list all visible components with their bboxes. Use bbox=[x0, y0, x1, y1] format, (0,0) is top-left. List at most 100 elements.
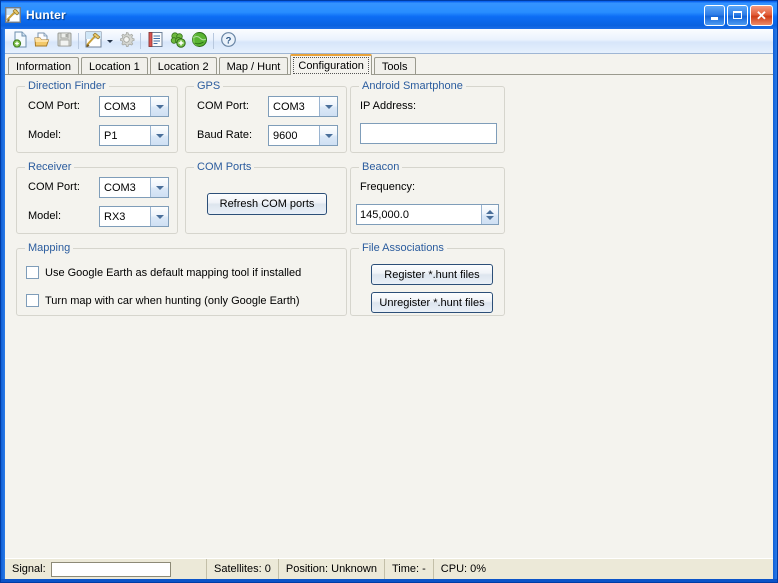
add-marker-button[interactable] bbox=[166, 31, 188, 52]
rx-model-combo[interactable]: RX3 bbox=[99, 206, 169, 227]
map-tool-dropdown-button[interactable] bbox=[104, 31, 115, 52]
gps-baud-rate-combo[interactable]: 9600 bbox=[268, 125, 338, 146]
signal-label: Signal: bbox=[12, 563, 46, 575]
help-button[interactable]: ? bbox=[217, 31, 239, 52]
group-title: Beacon bbox=[359, 161, 402, 173]
tab-label: Location 2 bbox=[158, 61, 209, 73]
android-ip-input[interactable] bbox=[360, 123, 497, 144]
chevron-down-icon[interactable] bbox=[150, 97, 168, 116]
svg-text:?: ? bbox=[225, 35, 231, 46]
group-title: Android Smartphone bbox=[359, 80, 466, 92]
chevron-down-icon[interactable] bbox=[150, 207, 168, 226]
signal-progress-bar bbox=[51, 562, 171, 577]
toolbar: ? bbox=[5, 29, 773, 54]
chevron-down-icon[interactable] bbox=[319, 97, 337, 116]
spinner-down-icon[interactable] bbox=[486, 216, 494, 220]
checkbox-use-google-earth[interactable]: Use Google Earth as default mapping tool… bbox=[26, 266, 301, 279]
save-file-button[interactable] bbox=[53, 31, 75, 52]
group-receiver: Receiver COM Port: COM3 Model: RX3 bbox=[16, 167, 178, 234]
rx-com-port-combo[interactable]: COM3 bbox=[99, 177, 169, 198]
gps-baud-rate-value: 9600 bbox=[269, 130, 319, 142]
tab-label: Information bbox=[16, 61, 71, 73]
add-marker-icon bbox=[169, 31, 186, 51]
client-area: ? Information Location 1 Location 2 Map … bbox=[5, 29, 773, 558]
gps-com-port-combo[interactable]: COM3 bbox=[268, 96, 338, 117]
new-file-icon bbox=[12, 31, 29, 51]
chevron-down-icon[interactable] bbox=[150, 126, 168, 145]
open-file-button[interactable] bbox=[31, 31, 53, 52]
df-com-port-value: COM3 bbox=[100, 101, 150, 113]
unregister-hunt-files-button[interactable]: Unregister *.hunt files bbox=[371, 292, 493, 313]
title-bar: Hunter ✕ bbox=[1, 1, 777, 29]
settings-gear-icon bbox=[118, 31, 135, 51]
tab-location-1[interactable]: Location 1 bbox=[81, 57, 148, 75]
checkbox-turn-map-with-car[interactable]: Turn map with car when hunting (only Goo… bbox=[26, 294, 300, 307]
configuration-page: Direction Finder COM Port: COM3 Model: P… bbox=[5, 75, 773, 558]
group-gps: GPS COM Port: COM3 Baud Rate: 9600 bbox=[185, 86, 347, 153]
tab-map-hunt[interactable]: Map / Hunt bbox=[219, 57, 289, 75]
tab-focus-rect bbox=[293, 57, 368, 74]
close-button[interactable]: ✕ bbox=[750, 5, 773, 26]
minimize-icon bbox=[711, 17, 718, 20]
rx-com-port-label: COM Port: bbox=[28, 181, 80, 193]
save-file-icon bbox=[56, 31, 73, 51]
checkbox-box[interactable] bbox=[26, 294, 39, 307]
status-satellites-cell: Satellites: 0 bbox=[207, 559, 279, 579]
maximize-button[interactable] bbox=[727, 5, 748, 26]
group-title: Mapping bbox=[25, 242, 73, 254]
globe-icon bbox=[191, 31, 208, 51]
notes-icon bbox=[147, 31, 164, 51]
register-hunt-files-button[interactable]: Register *.hunt files bbox=[371, 264, 493, 285]
window-right-border bbox=[773, 29, 777, 582]
tab-label: Location 1 bbox=[89, 61, 140, 73]
df-model-value: P1 bbox=[100, 130, 150, 142]
tab-tools[interactable]: Tools bbox=[374, 57, 416, 75]
group-android-smartphone: Android Smartphone IP Address: bbox=[350, 86, 505, 153]
tab-location-2[interactable]: Location 2 bbox=[150, 57, 217, 75]
spinner-up-icon[interactable] bbox=[486, 210, 494, 214]
tab-label: Map / Hunt bbox=[227, 61, 281, 73]
rx-com-port-value: COM3 bbox=[100, 182, 150, 194]
map-tool-button[interactable] bbox=[82, 31, 104, 52]
application-window: Hunter ✕ bbox=[0, 0, 778, 583]
minimize-button[interactable] bbox=[704, 5, 725, 26]
beacon-frequency-value: 145,000.0 bbox=[357, 209, 481, 221]
rx-model-value: RX3 bbox=[100, 211, 150, 223]
df-model-combo[interactable]: P1 bbox=[99, 125, 169, 146]
group-title: File Associations bbox=[359, 242, 447, 254]
android-ip-label: IP Address: bbox=[360, 100, 416, 112]
beacon-frequency-label: Frequency: bbox=[360, 181, 415, 193]
group-com-ports: COM Ports Refresh COM ports bbox=[185, 167, 347, 234]
group-title: COM Ports bbox=[194, 161, 254, 173]
globe-button[interactable] bbox=[188, 31, 210, 52]
chevron-down-icon[interactable] bbox=[150, 178, 168, 197]
group-file-associations: File Associations Register *.hunt files … bbox=[350, 248, 505, 316]
df-com-port-combo[interactable]: COM3 bbox=[99, 96, 169, 117]
chevron-down-icon[interactable] bbox=[319, 126, 337, 145]
spinner-buttons[interactable] bbox=[481, 205, 498, 224]
map-tool-icon bbox=[85, 31, 102, 51]
new-file-button[interactable] bbox=[9, 31, 31, 52]
settings-button[interactable] bbox=[115, 31, 137, 52]
close-icon: ✕ bbox=[756, 9, 767, 22]
status-time-cell: Time: - bbox=[385, 559, 434, 579]
group-title: GPS bbox=[194, 80, 223, 92]
status-cpu-cell: CPU: 0% bbox=[434, 559, 773, 579]
checkbox-box[interactable] bbox=[26, 266, 39, 279]
tab-information[interactable]: Information bbox=[8, 57, 79, 75]
status-bar: Signal: Satellites: 0 Position: Unknown … bbox=[5, 558, 773, 579]
checkbox-label: Use Google Earth as default mapping tool… bbox=[45, 267, 301, 279]
group-beacon: Beacon Frequency: 145,000.0 bbox=[350, 167, 505, 234]
toolbar-separator bbox=[78, 33, 79, 49]
toolbar-separator-2 bbox=[140, 33, 141, 49]
tab-baseline bbox=[5, 74, 773, 75]
status-signal-cell: Signal: bbox=[5, 559, 207, 579]
df-com-port-label: COM Port: bbox=[28, 100, 80, 112]
dropdown-arrow-icon bbox=[107, 40, 113, 43]
notes-button[interactable] bbox=[144, 31, 166, 52]
refresh-com-ports-button[interactable]: Refresh COM ports bbox=[207, 193, 327, 215]
rx-model-label: Model: bbox=[28, 210, 61, 222]
maximize-icon bbox=[733, 11, 742, 19]
tab-configuration[interactable]: Configuration bbox=[290, 54, 371, 75]
beacon-frequency-spinner[interactable]: 145,000.0 bbox=[356, 204, 499, 225]
